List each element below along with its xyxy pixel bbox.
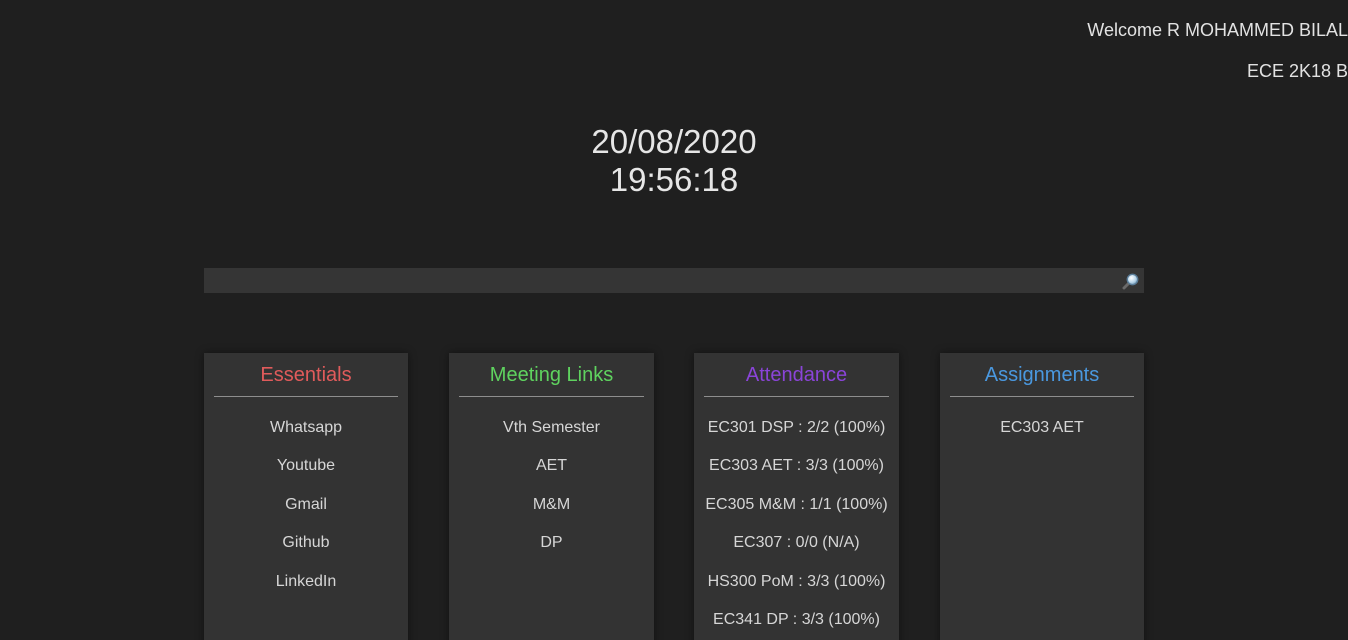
essentials-title: Essentials bbox=[260, 364, 352, 386]
assignment-link[interactable]: EC303 AET bbox=[940, 418, 1144, 456]
dashboard-page: Welcome R MOHAMMED BILAL ECE 2K18 B 20/0… bbox=[0, 0, 1348, 640]
batch-text: ECE 2K18 B bbox=[1246, 61, 1348, 81]
attendance-title: Attendance bbox=[745, 364, 848, 386]
attendance-item[interactable]: EC307 : 0/0 (N/A) bbox=[694, 533, 899, 571]
attendance-card: Attendance EC301 DSP : 2/2 (100%) EC303 A… bbox=[694, 353, 899, 640]
essentials-card: Essentials Whatsapp Youtube Gmail Github Lin… bbox=[204, 353, 408, 640]
search-input[interactable] bbox=[204, 268, 1114, 293]
essentials-link[interactable]: LinkedIn bbox=[204, 572, 408, 610]
clock: 20/08/2020 19:56:18 bbox=[0, 123, 1348, 199]
assignments-card: Assignments EC303 AET bbox=[940, 353, 1144, 640]
essentials-link[interactable]: Gmail bbox=[204, 495, 408, 533]
essentials-list: Whatsapp Youtube Gmail Github LinkedIn bbox=[204, 397, 408, 610]
clock-time: 19:56:18 bbox=[609, 161, 739, 198]
attendance-item[interactable]: HS300 PoM : 3/3 (100%) bbox=[694, 572, 899, 610]
meeting-link[interactable]: Vth Semester bbox=[449, 418, 654, 456]
attendance-item[interactable]: EC341 DP : 3/3 (100%) bbox=[694, 610, 899, 640]
attendance-item[interactable]: EC301 DSP : 2/2 (100%) bbox=[694, 418, 899, 456]
essentials-link[interactable]: Youtube bbox=[204, 456, 408, 494]
meeting-links-card: Meeting Links Vth Semester AET M&M DP bbox=[449, 353, 654, 640]
assignments-list: EC303 AET bbox=[940, 397, 1144, 456]
meeting-links-list: Vth Semester AET M&M DP bbox=[449, 397, 654, 572]
essentials-link[interactable]: Whatsapp bbox=[204, 418, 408, 456]
attendance-item[interactable]: EC303 AET : 3/3 (100%) bbox=[694, 456, 899, 494]
search-bar bbox=[204, 268, 1144, 293]
assignments-title: Assignments bbox=[984, 364, 1100, 386]
meeting-link[interactable]: DP bbox=[449, 533, 654, 571]
attendance-list: EC301 DSP : 2/2 (100%) EC303 AET : 3/3 (1… bbox=[694, 397, 899, 640]
meeting-link[interactable]: M&M bbox=[449, 495, 654, 533]
welcome-text: Welcome R MOHAMMED BILAL bbox=[1087, 20, 1348, 40]
meeting-link[interactable]: AET bbox=[449, 456, 654, 494]
attendance-item[interactable]: EC305 M&M : 1/1 (100%) bbox=[694, 495, 899, 533]
clock-date: 20/08/2020 bbox=[591, 123, 757, 160]
meeting-links-title: Meeting Links bbox=[489, 364, 614, 386]
magnifier-icon[interactable] bbox=[1122, 272, 1140, 290]
essentials-link[interactable]: Github bbox=[204, 533, 408, 571]
